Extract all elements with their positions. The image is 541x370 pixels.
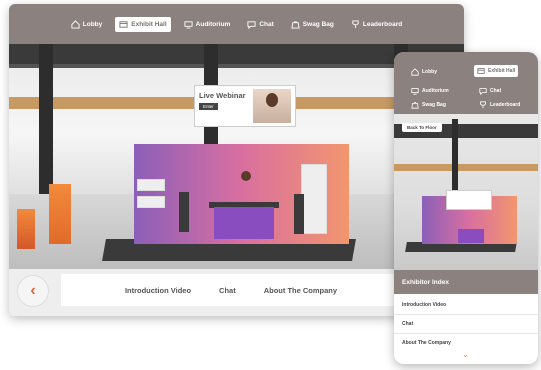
back-arrow-icon: ‹	[30, 282, 36, 299]
webinar-enter-button[interactable]: Enter	[199, 103, 218, 110]
mobile-nav-chat[interactable]: Chat	[476, 85, 504, 97]
nav-swag-bag[interactable]: Swag Bag	[287, 17, 338, 32]
trophy-icon	[480, 101, 486, 109]
mobile-chat-link[interactable]: Chat	[402, 321, 413, 327]
pillar	[39, 44, 53, 204]
exhibit-hall-icon	[477, 68, 485, 74]
mobile-nav-leaderboard[interactable]: Leaderboard	[476, 99, 523, 111]
side-banner	[49, 184, 71, 244]
mobile-nav-swag-bag-label: Swag Bag	[422, 102, 446, 108]
nav-chat[interactable]: Chat	[243, 17, 277, 32]
intro-video-link[interactable]: Introduction Video	[125, 286, 191, 295]
nav-exhibit-hall-label: Exhibit Hall	[131, 20, 167, 28]
nav-leaderboard-label: Leaderboard	[362, 20, 403, 28]
about-company-link[interactable]: About The Company	[264, 286, 337, 295]
mobile-nav-exhibit-hall[interactable]: Exhibit Hall	[474, 65, 519, 77]
side-banner	[17, 209, 35, 249]
mobile-nav-auditorium[interactable]: Auditorium	[408, 85, 452, 97]
chat-link[interactable]: Chat	[219, 286, 236, 295]
nav-chat-label: Chat	[259, 20, 274, 28]
nav-leaderboard[interactable]: Leaderboard	[347, 17, 406, 32]
webinar-presenter-image	[253, 89, 291, 123]
booth-attendant	[241, 171, 251, 181]
booth-info-bar: Introduction Video Chat About The Compan…	[61, 274, 401, 306]
mobile-nav-leaderboard-label: Leaderboard	[490, 102, 521, 108]
booth-sign[interactable]	[137, 179, 165, 191]
mobile-nav-lobby-label: Lobby	[422, 69, 437, 75]
top-navigation: Lobby Exhibit Hall Auditorium Chat Swag …	[9, 4, 464, 44]
back-button[interactable]: ‹	[17, 275, 49, 307]
home-icon	[411, 68, 419, 76]
bag-icon	[411, 102, 419, 109]
booth-counter	[458, 229, 484, 243]
chat-icon	[479, 88, 487, 95]
chevron-down-icon[interactable]: ⌄	[462, 350, 469, 359]
kiosk[interactable]	[294, 194, 304, 234]
mobile-intro-video-link[interactable]: Introduction Video	[402, 302, 446, 308]
mobile-about-company-link[interactable]: About The Company	[402, 340, 451, 346]
bag-icon	[291, 20, 300, 29]
divider	[394, 314, 538, 315]
nav-auditorium[interactable]: Auditorium	[180, 17, 235, 32]
mobile-nav-auditorium-label: Auditorium	[422, 88, 449, 94]
mobile-nav-exhibit-hall-label: Exhibit Hall	[488, 68, 516, 74]
mobile-exhibit-scene	[394, 114, 538, 270]
live-webinar-panel[interactable]	[446, 190, 492, 210]
mobile-nav-swag-bag[interactable]: Swag Bag	[408, 99, 449, 111]
booth-banner[interactable]	[301, 164, 327, 234]
kiosk[interactable]	[179, 192, 189, 232]
trophy-icon	[352, 19, 359, 28]
mobile-navigation: Lobby Exhibit Hall Auditorium Chat Swag …	[394, 52, 538, 114]
nav-auditorium-label: Auditorium	[195, 20, 231, 28]
monitor-icon	[411, 88, 419, 95]
chat-icon	[247, 20, 256, 29]
exhibit-hall-icon	[119, 20, 128, 28]
home-icon	[71, 19, 80, 29]
webinar-title: Live Webinar	[199, 91, 246, 100]
mobile-nav-chat-label: Chat	[490, 88, 502, 94]
back-to-floor-button[interactable]: Back To Floor	[402, 123, 442, 132]
nav-swag-bag-label: Swag Bag	[302, 20, 334, 28]
mobile-window: Lobby Exhibit Hall Auditorium Chat Swag …	[394, 52, 538, 364]
booth-counter	[214, 207, 274, 239]
divider	[394, 333, 538, 334]
mobile-nav-lobby[interactable]: Lobby	[408, 66, 440, 78]
nav-lobby[interactable]: Lobby	[67, 17, 107, 32]
exhibitor-index-header[interactable]: Exhibitor Index	[394, 270, 538, 294]
live-webinar-panel[interactable]: Live Webinar Enter	[194, 85, 296, 127]
monitor-icon	[184, 20, 193, 29]
booth-sign[interactable]	[137, 196, 165, 208]
nav-exhibit-hall[interactable]: Exhibit Hall	[115, 16, 171, 32]
nav-lobby-label: Lobby	[82, 20, 103, 28]
